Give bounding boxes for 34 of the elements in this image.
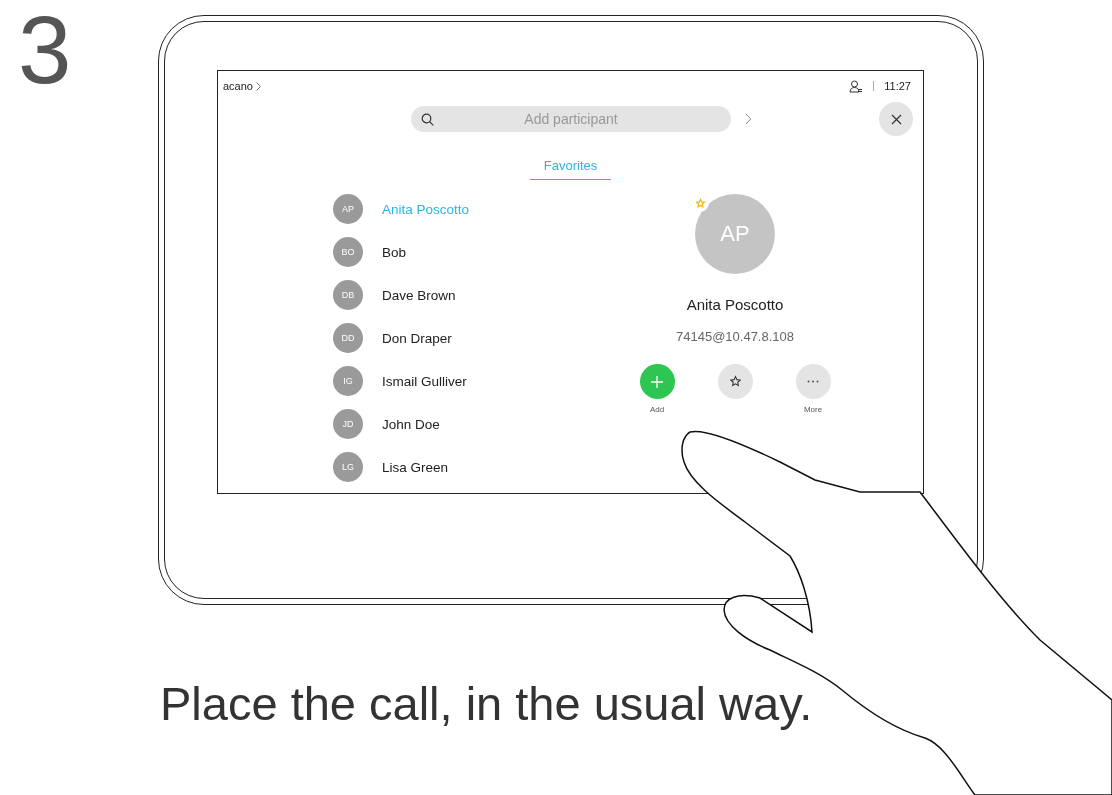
chevron-icon <box>256 81 261 91</box>
action-label: More <box>803 405 823 414</box>
contact-name: Anita Poscotto <box>686 296 784 313</box>
avatar: LG <box>333 452 363 482</box>
contact-avatar: AP <box>695 194 775 274</box>
avatar: AP <box>333 194 363 224</box>
contact-address: 74145@10.47.8.108 <box>676 329 794 344</box>
contact-name[interactable]: Lisa Green <box>382 459 449 475</box>
contact-name[interactable]: Don Draper <box>382 330 452 346</box>
plus-icon <box>650 374 664 389</box>
more-icon <box>807 380 819 383</box>
search-field[interactable]: Add participant <box>411 106 731 132</box>
contact-name[interactable]: Ismail Gulliver <box>382 373 467 389</box>
star-icon <box>728 375 742 388</box>
contact-name[interactable]: Bob <box>382 244 407 260</box>
favorite-button[interactable] <box>717 364 753 399</box>
action-label: Add <box>649 405 665 414</box>
person-icon[interactable] <box>849 79 864 93</box>
contact-name[interactable]: Dave Brown <box>382 287 456 303</box>
search-icon <box>421 113 434 126</box>
step-number: 3 <box>18 2 72 98</box>
contact-name[interactable]: John Doe <box>382 416 440 432</box>
chevron-icon[interactable] <box>745 113 752 125</box>
avatar: JD <box>333 409 363 439</box>
avatar: BO <box>333 237 363 267</box>
close-button[interactable] <box>879 102 913 136</box>
avatar: DB <box>333 280 363 310</box>
caption: Place the call, in the usual way. <box>160 676 813 731</box>
clock-time: 11:27 <box>884 80 911 92</box>
close-icon <box>890 113 902 125</box>
add-button[interactable] <box>639 364 675 399</box>
avatar: DD <box>333 323 363 353</box>
breadcrumb[interactable]: acano <box>223 80 253 92</box>
avatar: IG <box>333 366 363 396</box>
